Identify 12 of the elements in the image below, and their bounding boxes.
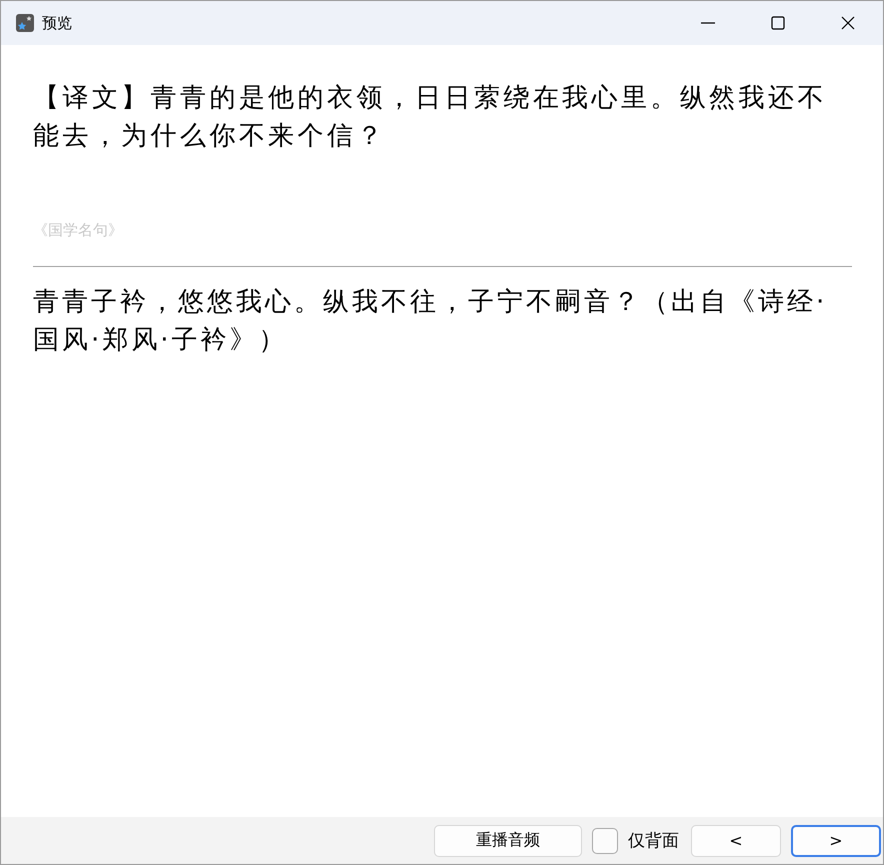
checkbox[interactable] <box>592 828 618 854</box>
next-button[interactable]: > <box>791 824 881 856</box>
window-title: 预览 <box>42 14 73 32</box>
replay-audio-button[interactable]: 重播音频 <box>434 824 582 856</box>
maximize-icon <box>771 16 785 30</box>
translation-text: 【译文】青青的是他的衣领，日日萦绕在我心里。纵然我还不能去，为什么你不来个信？ <box>33 82 828 153</box>
minimize-icon <box>701 22 715 24</box>
checkbox-label: 仅背面 <box>628 830 679 852</box>
previous-button[interactable]: < <box>691 824 781 856</box>
close-icon <box>841 16 855 30</box>
quote-text: 青青子衿，悠悠我心。纵我不往，子宁不嗣音？（出自《诗经·国风·郑风·子衿》） <box>33 286 828 357</box>
app-icon <box>16 14 34 32</box>
